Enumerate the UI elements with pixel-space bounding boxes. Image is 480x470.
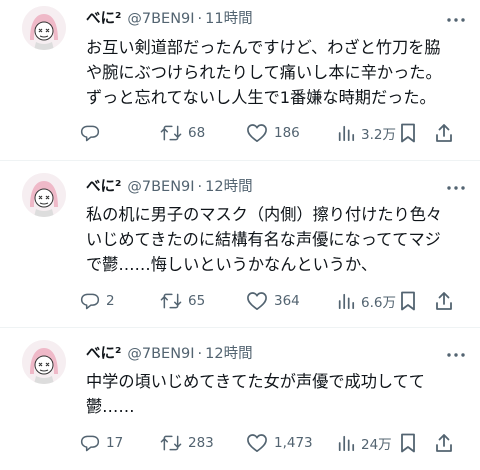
bookmark-button[interactable]: [400, 290, 416, 312]
view-count: 24万: [361, 437, 392, 453]
tweet[interactable]: べに² @7BEN9I · 12時間 私の机に男子のマスク（内側）擦り付けたり色々 い…: [0, 161, 480, 327]
tweet-text: 私の机に男子のマスク（内側）擦り付けたり色々 いじめてきたのに結構有名な声優にな…: [86, 202, 442, 277]
display-name[interactable]: べに²: [86, 11, 121, 27]
tweet[interactable]: べに² @7BEN9I · 11時間 お互い剣道部だったんですけど、わざと竹刀を脇 や…: [0, 0, 480, 160]
user-handle[interactable]: @7BEN9I: [127, 346, 194, 362]
like-count: 186: [274, 125, 300, 141]
separator: ·: [197, 11, 203, 27]
like-count: 364: [274, 293, 300, 309]
like-button[interactable]: 364: [246, 290, 300, 312]
tweet-text-line: いじめてきたのに結構有名な声優になっててマジ: [86, 230, 441, 249]
action-bar: 17 283 1,473 24万: [80, 432, 452, 454]
views-button[interactable]: 3.2万: [337, 122, 396, 144]
avatar[interactable]: [22, 173, 66, 217]
tweet-text-line: 中学の頃いじめてきてた女が声優で成功してて: [86, 372, 425, 391]
action-bar: 68 186 3.2万: [80, 122, 452, 144]
reply-icon: [80, 293, 100, 310]
display-name[interactable]: べに²: [86, 179, 121, 195]
timestamp[interactable]: 12時間: [205, 346, 252, 362]
bookmark-icon: [401, 433, 415, 453]
retweet-icon: [160, 293, 182, 309]
heart-icon: [247, 124, 267, 142]
avatar[interactable]: [22, 6, 66, 50]
share-button[interactable]: [435, 122, 453, 144]
tweet-header: べに² @7BEN9I · 12時間: [86, 344, 253, 364]
retweet-icon: [160, 435, 182, 451]
tweet[interactable]: べに² @7BEN9I · 12時間 中学の頃いじめてきてた女が声優で成功してて 鬱……: [0, 328, 480, 470]
more-options-icon[interactable]: [446, 178, 466, 198]
reply-count: 17: [106, 435, 124, 451]
like-button[interactable]: 186: [246, 122, 300, 144]
bookmark-icon: [401, 123, 415, 143]
timestamp[interactable]: 11時間: [205, 11, 252, 27]
retweet-button[interactable]: 65: [160, 290, 205, 312]
retweet-count: 65: [188, 293, 206, 309]
bookmark-button[interactable]: [400, 432, 416, 454]
view-count: 3.2万: [361, 127, 396, 143]
tweet-text-line: お互い剣道部だったんですけど、わざと竹刀を脇: [86, 38, 441, 57]
more-options-icon[interactable]: [446, 10, 466, 30]
reply-button[interactable]: 17: [80, 432, 123, 454]
share-button[interactable]: [435, 432, 453, 454]
reply-button[interactable]: [80, 122, 106, 144]
like-button[interactable]: 1,473: [246, 432, 313, 454]
like-count: 1,473: [274, 435, 313, 451]
retweet-count: 283: [188, 435, 214, 451]
user-handle[interactable]: @7BEN9I: [127, 11, 194, 27]
more-options-icon[interactable]: [446, 345, 466, 365]
tweet-text: 中学の頃いじめてきてた女が声優で成功してて 鬱……: [86, 369, 425, 419]
tweet-header: べに² @7BEN9I · 11時間: [86, 9, 253, 29]
reply-count: 2: [106, 293, 115, 309]
view-count: 6.6万: [361, 295, 396, 311]
tweet-header: べに² @7BEN9I · 12時間: [86, 177, 253, 197]
share-button[interactable]: [435, 290, 453, 312]
user-handle[interactable]: @7BEN9I: [127, 179, 194, 195]
analytics-icon: [338, 125, 355, 142]
timestamp[interactable]: 12時間: [205, 179, 252, 195]
heart-icon: [247, 292, 267, 310]
tweet-text-line: で鬱……悔しいというかなんというか、: [86, 255, 378, 274]
display-name[interactable]: べに²: [86, 346, 121, 362]
separator: ·: [197, 346, 203, 362]
tweet-text-line: や腕にぶつけられたりして痛いし本に辛かった。: [86, 63, 442, 82]
tweet-text: お互い剣道部だったんですけど、わざと竹刀を脇 や腕にぶつけられたりして痛いし本に…: [86, 35, 442, 110]
avatar[interactable]: [22, 340, 66, 384]
tweet-text-line: 鬱……: [86, 397, 135, 416]
share-icon: [436, 292, 452, 310]
bookmark-icon: [401, 291, 415, 311]
analytics-icon: [338, 293, 355, 310]
retweet-count: 68: [188, 125, 206, 141]
retweet-icon: [160, 125, 182, 141]
tweet-text-line: ずっと忘れてないし人生で1番嫌な時期だった。: [86, 88, 436, 107]
bookmark-button[interactable]: [400, 122, 416, 144]
action-bar: 2 65 364 6.6万: [80, 290, 452, 312]
share-icon: [436, 124, 452, 142]
reply-button[interactable]: 2: [80, 290, 115, 312]
retweet-button[interactable]: 68: [160, 122, 205, 144]
retweet-button[interactable]: 283: [160, 432, 214, 454]
share-icon: [436, 434, 452, 452]
views-button[interactable]: 24万: [337, 432, 392, 454]
heart-icon: [247, 434, 267, 452]
analytics-icon: [338, 435, 355, 452]
separator: ·: [197, 179, 203, 195]
reply-icon: [80, 125, 100, 142]
tweet-text-line: 私の机に男子のマスク（内側）擦り付けたり色々: [86, 205, 443, 224]
reply-icon: [80, 435, 100, 452]
views-button[interactable]: 6.6万: [337, 290, 396, 312]
